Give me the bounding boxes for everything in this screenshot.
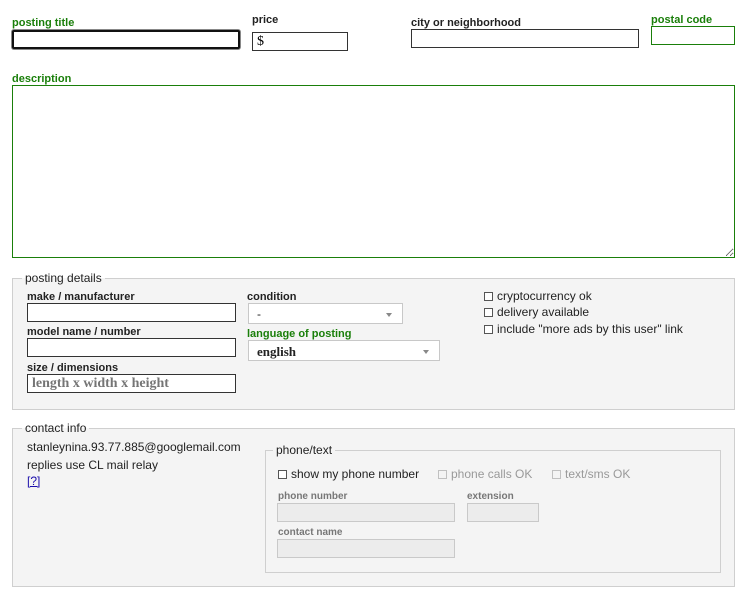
contact-email: stanleynina.93.77.885@googlemail.com [27,440,241,454]
chevron-down-icon [423,350,429,354]
size-label: size / dimensions [27,362,119,374]
language-label: language of posting [247,328,352,340]
cryptocurrency-label: cryptocurrency ok [497,289,592,303]
postal-code-label: postal code [651,14,713,26]
posting-title-label: posting title [12,17,75,29]
phone-text-legend: phone/text [276,443,333,457]
chevron-down-icon [386,313,392,317]
language-value: english [257,344,297,359]
contact-info-legend: contact info [25,421,87,435]
model-label: model name / number [27,326,141,338]
cryptocurrency-checkbox[interactable] [484,292,493,301]
condition-select[interactable]: - [248,303,403,324]
make-input[interactable] [27,303,236,322]
price-label: price [252,14,279,26]
postal-code-input[interactable] [651,26,735,45]
price-input[interactable] [252,32,348,51]
more-ads-checkbox[interactable] [484,325,493,334]
posting-details-legend: posting details [25,271,102,285]
language-select[interactable]: english [248,340,440,361]
make-label: make / manufacturer [27,291,135,303]
condition-value: - [257,307,261,321]
condition-label: condition [247,291,297,303]
phone-number-label: phone number [278,491,348,502]
posting-title-input[interactable] [12,30,240,49]
size-input[interactable] [27,374,236,393]
description-label: description [12,73,72,85]
more-ads-label: include "more ads by this user" link [497,322,683,336]
help-link[interactable]: [?] [27,474,40,488]
text-sms-checkbox[interactable] [552,470,561,479]
show-phone-checkbox[interactable] [278,470,287,479]
model-input[interactable] [27,338,236,357]
phone-number-input[interactable] [277,503,455,522]
extension-input[interactable] [467,503,539,522]
phone-calls-label: phone calls OK [451,467,533,481]
delivery-checkbox[interactable] [484,308,493,317]
extension-label: extension [467,491,514,502]
city-input[interactable] [411,29,639,48]
text-sms-label: text/sms OK [565,467,631,481]
contact-name-input[interactable] [277,539,455,558]
delivery-label: delivery available [497,305,590,319]
city-label: city or neighborhood [411,17,521,29]
description-textarea[interactable] [12,85,735,258]
contact-name-label: contact name [278,527,343,538]
phone-calls-checkbox[interactable] [438,470,447,479]
mail-relay-text: replies use CL mail relay [27,458,158,472]
show-phone-label: show my phone number [291,467,420,481]
